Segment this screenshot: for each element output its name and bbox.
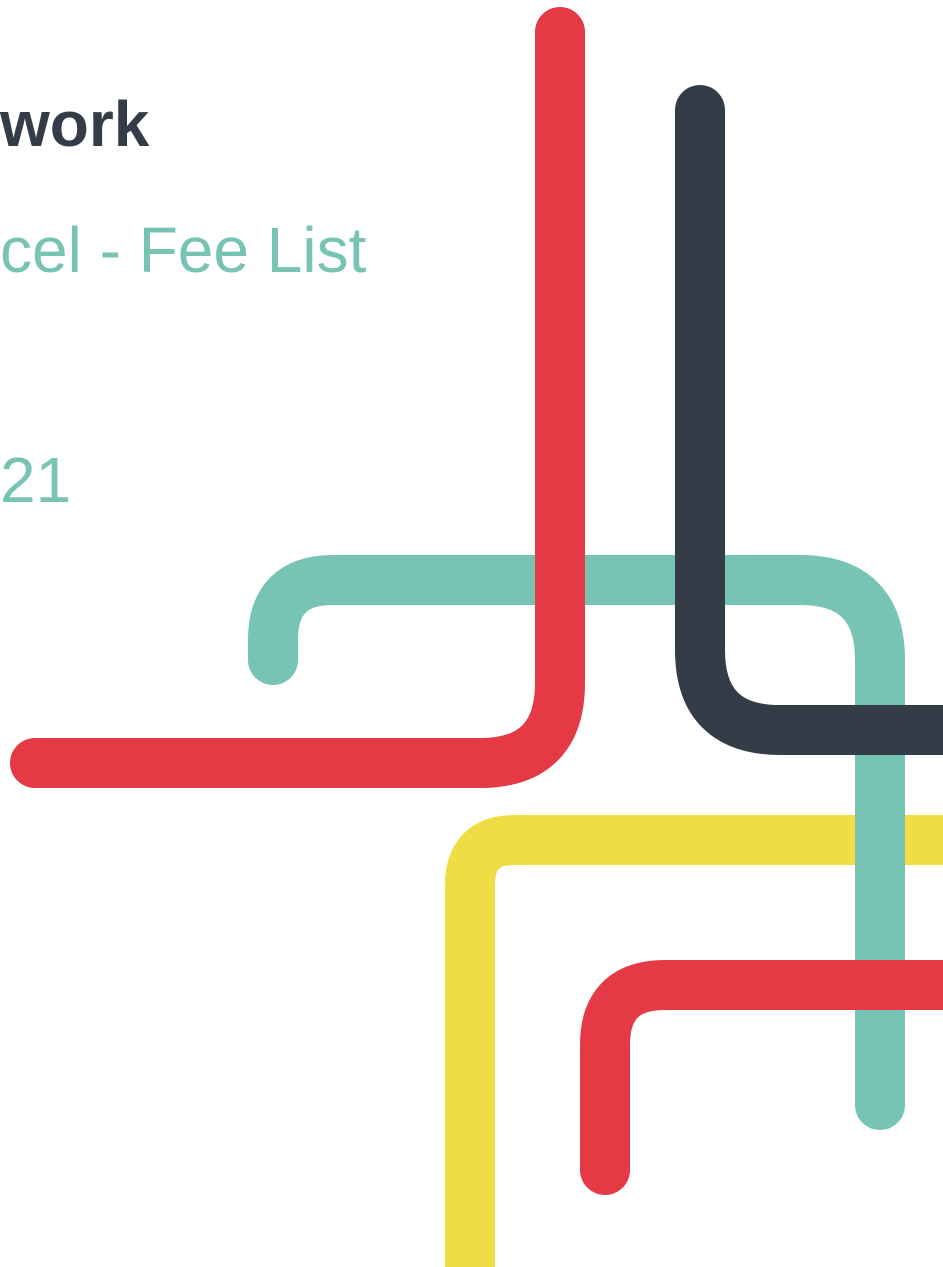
decorative-lines-graphic [10,7,943,1267]
cover-page: work cel - Fee List 21 [0,0,943,1267]
dark-line [675,85,943,755]
